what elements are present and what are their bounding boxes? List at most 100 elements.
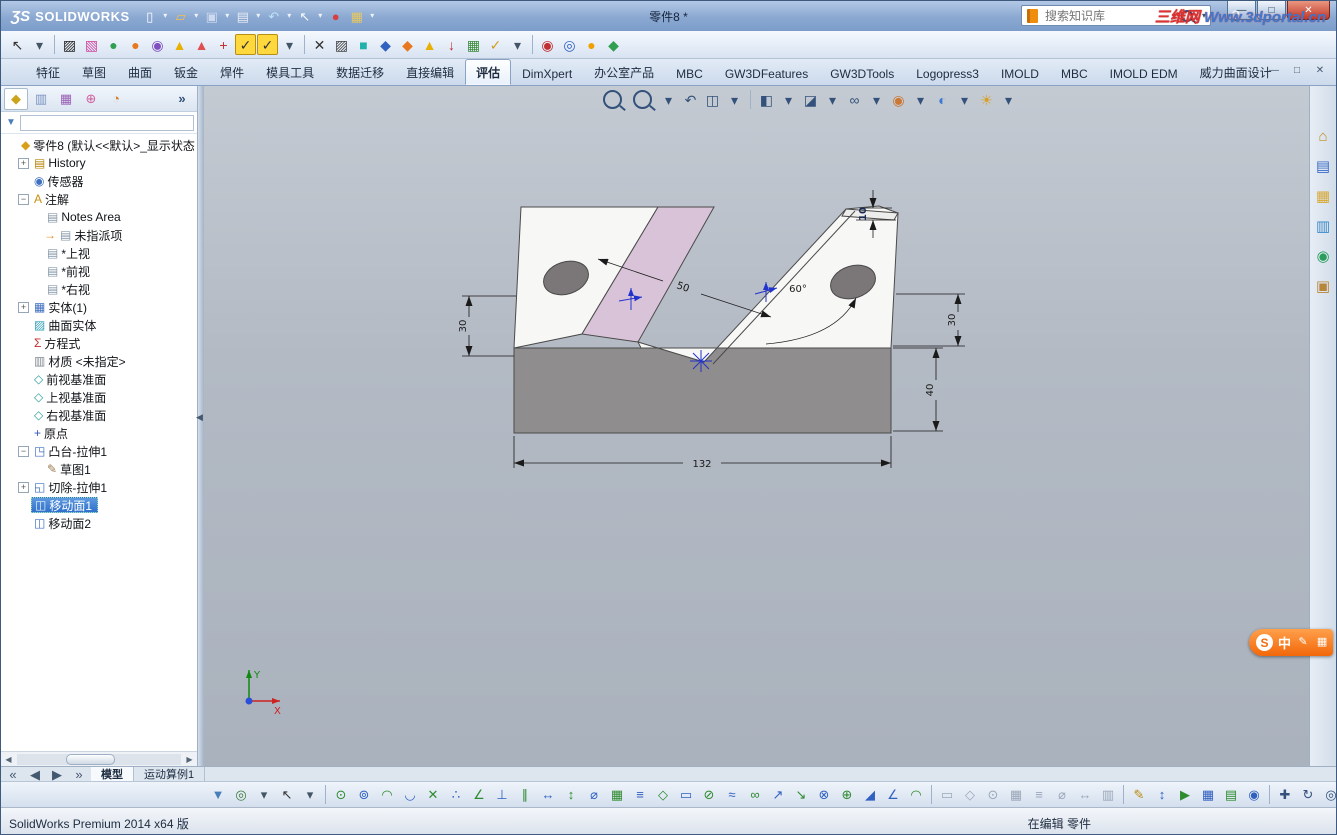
snap-arc-icon[interactable]: ◠ [376,785,398,805]
tree-item-8[interactable]: ▤ *右视 [1,280,197,298]
propertymanager-tab-icon[interactable]: ▥ [29,88,53,110]
tree-item-12[interactable]: ▥ 材质 <未指定> [1,352,197,370]
zoom-fit-icon[interactable] [603,90,622,109]
ribbon-tab-office-products[interactable]: 办公室产品 [583,59,665,85]
tree-item-13[interactable]: ◇ 前视基准面 [1,370,197,388]
options-dropdown-icon[interactable]: ▾ [368,6,377,26]
tree-item-17[interactable]: − ◳ 凸台-拉伸1 [1,442,197,460]
ribbon-tab-logopress3[interactable]: Logopress3 [905,62,990,85]
zebra-stripes-icon[interactable]: ▨ [59,34,80,55]
new-dropdown-icon[interactable]: ▾ [161,6,170,26]
view-orientation-icon[interactable]: ◧ [757,90,776,109]
tree-item-18[interactable]: ✎ 草图1 [1,460,197,478]
scene-dropdown-icon[interactable]: ▾ [955,90,974,109]
select-dropdown-icon[interactable]: ▾ [299,785,321,805]
snap-center-icon[interactable]: ⊚ [353,785,375,805]
tree-item-10[interactable]: ▨ 曲面实体 [1,316,197,334]
tree-item-1[interactable]: + ▤ History [1,154,197,172]
pan-icon[interactable]: ✚ [1274,785,1296,805]
select-dropdown-icon[interactable]: ▾ [29,34,50,55]
filter-dropdown-icon[interactable]: ▾ [253,785,275,805]
tree-item-16[interactable]: + 原点 [1,424,197,442]
doc-close-button[interactable]: ✕ [1312,63,1328,79]
curvature-icon[interactable]: ● [103,34,124,55]
appearance-ball-icon[interactable]: ● [125,34,146,55]
relation-tool-icon[interactable]: ≡ [1028,785,1050,805]
sensor-warning-icon[interactable]: ▲ [419,34,440,55]
scroll-left-icon[interactable]: ◀ [1,755,16,764]
tree-item-2[interactable]: ◉ 传感器 [1,172,197,190]
dimxpertmanager-tab-icon[interactable]: ⊕ [79,88,103,110]
tree-item-21[interactable]: ◫ 移动面2 [1,514,197,532]
tree-expander-icon[interactable]: + [18,481,29,493]
dim-horizontal-icon[interactable]: ↘ [790,785,812,805]
appearances-scenes-icon[interactable]: ◉ [1313,246,1333,266]
snap-vertical-icon[interactable]: ↕ [560,785,582,805]
ribbon-tab-mold-tools[interactable]: 模具工具 [255,59,325,85]
zoom-icon[interactable]: ◎ [1320,785,1336,805]
snap-horizontal-icon[interactable]: ↔ [537,785,559,805]
add-symbol-icon[interactable]: + [213,34,234,55]
select-tool-icon[interactable]: ↖ [276,785,298,805]
design-library-icon[interactable]: ▤ [1313,156,1333,176]
tree-item-0[interactable]: ◆ 零件8 (默认<<默认>_显示状态 [1,136,197,154]
snap-spline-icon[interactable]: ≈ [721,785,743,805]
relation-tool-icon[interactable]: ▭ [936,785,958,805]
viewsettings-dropdown-icon[interactable]: ▾ [999,90,1018,109]
dim-angle-icon[interactable]: ∠ [882,785,904,805]
relation-tool-icon[interactable]: ▥ [1097,785,1119,805]
import-diag-icon[interactable]: ↓ [441,34,462,55]
ime-keyboard-icon[interactable]: ▦ [1315,633,1329,653]
relation-tool-icon[interactable]: ▦ [1005,785,1027,805]
tree-item-20[interactable]: ◫ 移动面1 [1,496,197,514]
print-icon[interactable]: ▤ [233,6,253,26]
ribbon-tab-gw3dfeatures[interactable]: GW3DFeatures [714,62,819,85]
select-dropdown-icon[interactable]: ▾ [316,6,325,26]
sphere-check-icon[interactable]: ◉ [147,34,168,55]
ribbon-tab-surfaces[interactable]: 曲面 [117,59,163,85]
tree-item-15[interactable]: ◇ 右视基准面 [1,406,197,424]
undo-dropdown-icon[interactable]: ▾ [285,6,294,26]
apply-scene-icon[interactable]: ◐ [933,90,952,109]
displaymanager-tab-icon[interactable]: ◔ [104,88,128,110]
tree-item-11[interactable]: Σ 方程式 [1,334,197,352]
doc-restore-button[interactable]: □ [1289,63,1305,79]
check-dropdown-icon[interactable]: ▾ [279,34,300,55]
select-cursor-icon[interactable]: ↖ [295,6,315,26]
ribbon-tab-gw3dtools[interactable]: GW3DTools [819,62,905,85]
snap-length-icon[interactable]: ≡ [629,785,651,805]
annotation-pencil-icon[interactable]: ✎ [1128,785,1150,805]
verify-icon[interactable]: ✓ [485,34,506,55]
bottom-tab-model[interactable]: 模型 [91,767,134,781]
check-feature-icon[interactable]: ✓ [235,34,256,55]
part-model[interactable] [513,205,899,434]
view-palette-icon[interactable]: ▥ [1313,216,1333,236]
simulation-icon[interactable]: ◉ [537,34,558,55]
panel-overflow-chevron-icon[interactable]: » [170,88,194,110]
quick-dim-icon[interactable]: ↕ [1151,785,1173,805]
tree-expander-icon[interactable]: − [18,193,29,205]
balloon-icon[interactable]: ◉ [1243,785,1265,805]
relation-tool-icon[interactable]: ↔ [1074,785,1096,805]
snap-quadrant-icon[interactable]: ◡ [399,785,421,805]
dim-baseline-icon[interactable]: ⊗ [813,785,835,805]
panel-collapse-icon[interactable]: ◀ [196,412,203,423]
ime-pen-icon[interactable]: ✎ [1296,633,1310,653]
flow-icon[interactable]: ◎ [559,34,580,55]
tree-expander-icon[interactable]: + [18,301,29,313]
snap-angle-icon[interactable]: ∠ [468,785,490,805]
print-dropdown-icon[interactable]: ▾ [254,6,263,26]
thickness-icon[interactable]: ■ [353,34,374,55]
relation-tool-icon[interactable]: ⌀ [1051,785,1073,805]
zoom-area-icon[interactable] [633,90,652,109]
measure-icon[interactable]: ◆ [375,34,396,55]
draft-analysis-icon[interactable]: ▧ [81,34,102,55]
open-dropdown-icon[interactable]: ▾ [192,6,201,26]
verify-dropdown-icon[interactable]: ▾ [507,34,528,55]
tree-item-9[interactable]: + ▦ 实体(1) [1,298,197,316]
ribbon-tab-direct-editing[interactable]: 直接编辑 [395,59,465,85]
costing-icon[interactable]: ● [581,34,602,55]
snap-grid-icon[interactable]: ▦ [606,785,628,805]
tree-expander-icon[interactable]: − [18,445,29,457]
new-document-icon[interactable]: ▯ [140,6,160,26]
